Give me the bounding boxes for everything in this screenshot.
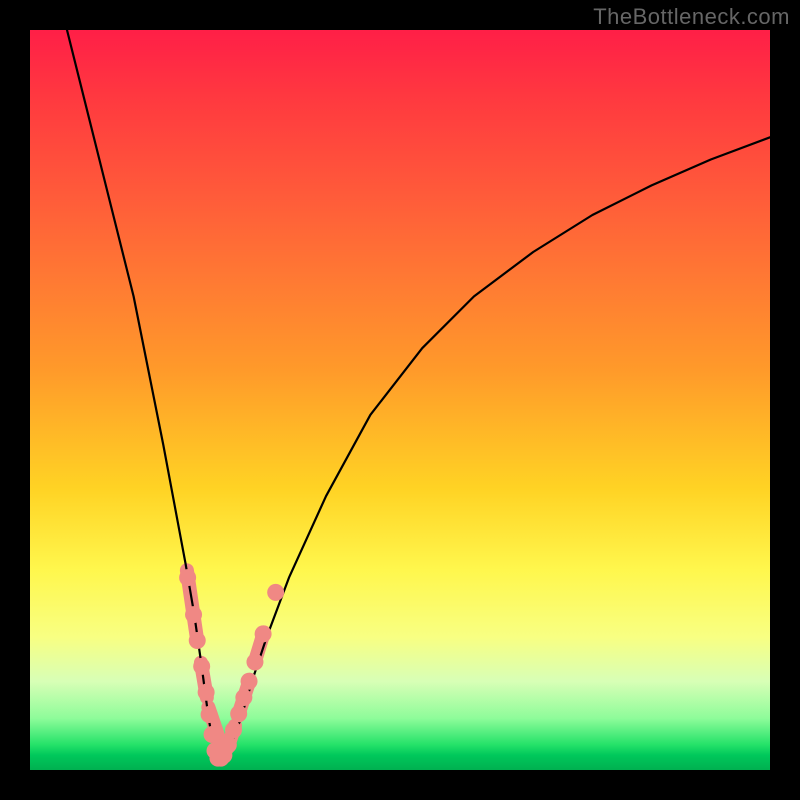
- bottleneck-curve: [67, 30, 770, 759]
- marker-dot: [189, 632, 206, 649]
- marker-dot: [179, 569, 196, 586]
- marker-dot: [198, 684, 215, 701]
- marker-dot: [201, 706, 218, 723]
- watermark-text: TheBottleneck.com: [593, 4, 790, 30]
- marker-dot: [204, 726, 221, 743]
- marker-dot: [235, 689, 252, 706]
- marker-dot: [225, 722, 242, 739]
- curve-overlay: [30, 30, 770, 770]
- marker-dot: [230, 705, 247, 722]
- marker-dot: [241, 673, 258, 690]
- marker-dot: [220, 736, 237, 753]
- chart-frame: TheBottleneck.com: [0, 0, 800, 800]
- plot-area: [30, 30, 770, 770]
- marker-dot: [185, 606, 202, 623]
- marker-dot: [193, 658, 210, 675]
- marker-dot: [246, 653, 263, 670]
- marker-dot: [255, 625, 272, 642]
- marker-dot: [267, 584, 284, 601]
